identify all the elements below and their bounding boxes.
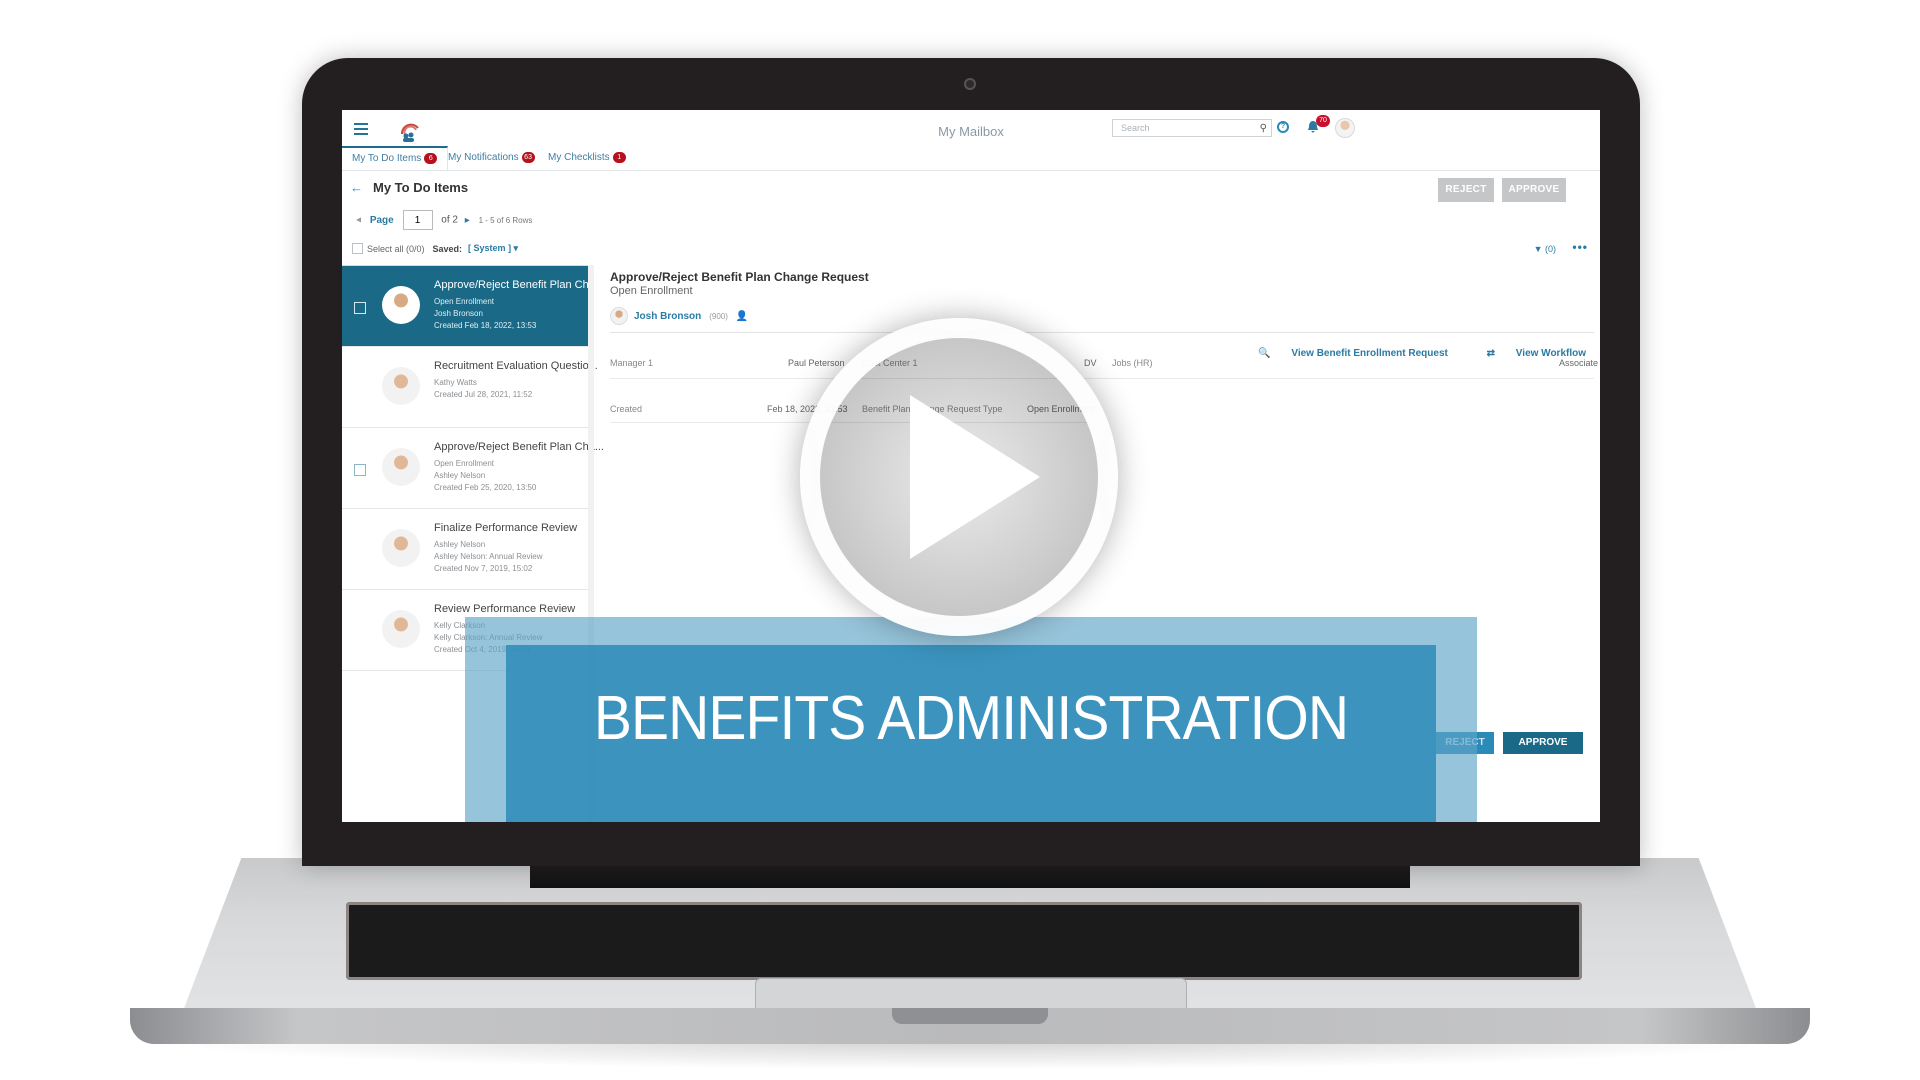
detail-header: Approve/Reject Benefit Plan Change Reque… — [610, 270, 1590, 325]
item-line: Open Enrollment — [434, 459, 495, 468]
detail-subtitle: Open Enrollment — [610, 285, 693, 297]
laptop-base — [130, 858, 1810, 1046]
list-item[interactable]: Recruitment Evaluation Questio... Kathy … — [342, 347, 598, 428]
item-line: Created Jul 28, 2021, 11:52 — [434, 390, 533, 399]
avatar — [382, 367, 420, 405]
tab-badge: 6 — [424, 152, 438, 164]
page-of-label: of 2 — [441, 214, 458, 226]
tab-bar: My To Do Items 6 My Notifications 63 My Ch… — [342, 146, 1600, 171]
search-placeholder: Search — [1121, 123, 1150, 133]
item-line: Ashley Nelson — [434, 540, 486, 549]
next-page-icon[interactable]: ▸ — [465, 215, 470, 226]
help-icon[interactable]: ? — [1277, 121, 1289, 133]
tab-label: My Checklists — [548, 152, 610, 163]
play-icon[interactable] — [910, 395, 1040, 559]
search-input[interactable]: Search ⚲ — [1112, 119, 1272, 137]
detail-person: Josh Bronson (900) 👤 — [610, 307, 1590, 325]
item-line: Created Feb 25, 2020, 13:50 — [434, 483, 537, 492]
field-value: Associate — [1558, 358, 1598, 368]
tab-label: My Notifications — [448, 152, 519, 163]
filter-button[interactable]: ▼ (0) — [1534, 244, 1556, 254]
rows-count: 1 - 5 of 6 Rows — [478, 215, 533, 225]
avatar[interactable] — [1335, 118, 1355, 138]
item-title: Approve/Reject Benefit Plan Cha... — [434, 441, 604, 453]
item-title: Approve/Reject Benefit Plan Cha... — [434, 279, 604, 291]
avatar — [382, 448, 420, 486]
list-item[interactable]: Approve/Reject Benefit Plan Cha... Open … — [342, 266, 604, 347]
saved-view-dropdown[interactable]: [ System ] ▾ — [468, 243, 518, 254]
item-line: Created Feb 18, 2022, 13:53 — [434, 321, 537, 330]
item-line: Open Enrollment — [434, 297, 495, 306]
approve-button-header[interactable]: APPROVE — [1502, 178, 1566, 202]
select-all-checkbox[interactable] — [352, 243, 363, 254]
divider — [610, 332, 1594, 333]
tab-my-to-do-items[interactable]: My To Do Items 6 — [342, 146, 449, 170]
keyboard — [346, 902, 1582, 980]
item-line: Josh Bronson — [434, 309, 483, 318]
tab-my-checklists[interactable]: My Checklists 1 — [538, 146, 636, 169]
filter-count: (0) — [1545, 244, 1556, 254]
field-value: DV — [1084, 358, 1097, 368]
divider — [610, 378, 1594, 379]
reject-button-header[interactable]: REJECT — [1438, 178, 1494, 202]
list-item[interactable]: Finalize Performance Review Ashley Nelso… — [342, 509, 588, 590]
page-title-text: My To Do Items — [373, 180, 469, 195]
field-label: Created — [610, 404, 643, 414]
saved-label: Saved: — [432, 243, 463, 254]
item-line: Created Nov 7, 2019, 15:02 — [434, 564, 533, 573]
avatar — [382, 529, 420, 567]
selection-bar: Select all (0/0) Saved: [ System ] ▾ — [352, 243, 518, 254]
field-label: Jobs (HR) — [1112, 358, 1153, 368]
item-checkbox[interactable] — [354, 464, 366, 476]
field-label: Manager 1 — [610, 358, 654, 368]
notification-count-badge: 70 — [1316, 115, 1330, 127]
filter-icon: ▼ — [1533, 244, 1543, 254]
back-arrow-icon[interactable]: ← — [350, 180, 363, 195]
banner-title: BENEFITS ADMINISTRATION — [593, 684, 1349, 753]
tab-badge: 1 — [612, 151, 626, 163]
select-all-label: Select all (0/0) — [367, 243, 425, 254]
tab-badge: 63 — [521, 151, 535, 163]
item-line: Kathy Watts — [434, 378, 477, 387]
camera-icon — [964, 78, 976, 90]
avatar — [382, 610, 420, 648]
page-number-input[interactable] — [402, 210, 433, 230]
tab-my-notifications[interactable]: My Notifications 63 — [438, 146, 545, 169]
person-code: (900) — [709, 311, 728, 321]
avatar — [610, 307, 628, 325]
approve-button[interactable]: APPROVE — [1503, 732, 1583, 754]
page-label: Page — [369, 214, 394, 226]
search-icon[interactable]: ⚲ — [1260, 121, 1267, 137]
person-edit-icon[interactable]: 👤 — [736, 311, 748, 322]
detail-title: Approve/Reject Benefit Plan Change Reque… — [610, 270, 869, 284]
more-options-icon[interactable]: ••• — [1572, 240, 1588, 254]
detail-row: Manager 1 Paul Peterson Cost Center 1 DV… — [610, 352, 1598, 378]
tab-label: My To Do Items — [352, 153, 422, 164]
person-name-link[interactable]: Josh Bronson — [634, 311, 701, 322]
item-title: Recruitment Evaluation Questio... — [434, 360, 598, 372]
app-title: My Mailbox — [938, 124, 1004, 139]
pagination: ◂ Page of 2 ▸ 1 - 5 of 6 Rows — [356, 210, 532, 230]
item-line: Ashley Nelson — [434, 471, 486, 480]
avatar — [382, 286, 420, 324]
item-title: Review Performance Review — [434, 603, 576, 615]
field-value: Paul Peterson — [788, 358, 845, 368]
item-line: Ashley Nelson: Annual Review — [434, 552, 543, 561]
laptop-notch — [892, 1008, 1048, 1024]
item-title: Finalize Performance Review — [434, 522, 578, 534]
item-checkbox[interactable] — [354, 302, 366, 314]
page-title: ← My To Do Items — [350, 180, 468, 195]
list-item[interactable]: Approve/Reject Benefit Plan Cha... Open … — [342, 428, 604, 509]
prev-page-icon[interactable]: ◂ — [356, 215, 361, 226]
